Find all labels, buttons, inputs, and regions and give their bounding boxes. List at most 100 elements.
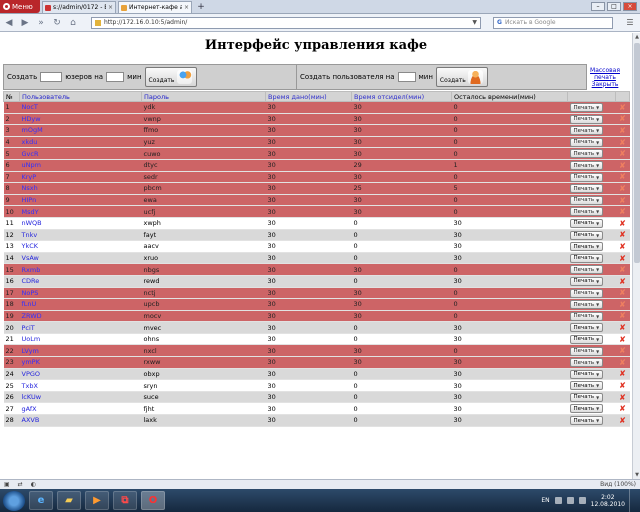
zoom-level[interactable]: Вид (100%) (600, 481, 636, 488)
delete-icon[interactable]: ✘ (615, 124, 630, 137)
user-login[interactable]: UoLm (19, 332, 142, 346)
minimize-button[interactable]: – (591, 2, 605, 11)
back-icon[interactable]: ◀ (3, 17, 15, 29)
delete-icon[interactable]: ✘ (615, 414, 630, 427)
delete-icon[interactable]: ✘ (615, 182, 630, 195)
delete-icon[interactable]: ✘ (615, 286, 630, 300)
user-login[interactable]: TxbX (19, 379, 142, 392)
delete-icon[interactable]: ✘ (615, 205, 630, 218)
print-button[interactable]: Печать ▼ (569, 161, 604, 171)
mass-link[interactable]: Массовая (590, 67, 620, 74)
delete-icon[interactable]: ✘ (615, 390, 630, 404)
print-button[interactable]: Печать ▼ (569, 230, 604, 240)
scroll-up-icon[interactable]: ▲ (633, 33, 640, 41)
print-button[interactable]: Печать ▼ (569, 172, 604, 182)
delete-icon[interactable]: ✘ (615, 379, 630, 392)
delete-icon[interactable]: ✘ (615, 101, 630, 114)
delete-icon[interactable]: ✘ (615, 274, 630, 288)
delete-icon[interactable]: ✘ (615, 135, 630, 149)
ie-icon[interactable]: e (29, 491, 53, 510)
close-tab-icon[interactable]: × (184, 4, 189, 11)
tab-blog[interactable]: s://admin/0172 - Бло.. × (42, 1, 116, 13)
user-login[interactable]: fLnU (19, 298, 142, 311)
maximize-button[interactable]: □ (607, 2, 621, 11)
home-icon[interactable]: ⌂ (67, 17, 79, 29)
delete-icon[interactable]: ✘ (615, 309, 630, 323)
user-login[interactable]: Tnkv (19, 228, 142, 242)
print-link[interactable]: печать (594, 74, 616, 81)
delete-icon[interactable]: ✘ (615, 298, 630, 311)
user-login[interactable]: mOgM (19, 124, 142, 137)
print-button[interactable]: Печать ▼ (569, 311, 604, 321)
reload-icon[interactable]: ↻ (51, 17, 63, 29)
delete-icon[interactable]: ✘ (615, 367, 630, 381)
sync-icon[interactable]: ⇄ (18, 481, 23, 488)
print-button[interactable]: Печать ▼ (569, 300, 604, 310)
user-login[interactable]: YkCK (19, 240, 142, 253)
new-tab-button[interactable]: + (195, 0, 207, 13)
create-one-button[interactable]: Создать (435, 67, 488, 87)
user-login[interactable]: nWQB (19, 216, 142, 230)
network-icon[interactable] (566, 497, 574, 504)
print-button[interactable]: Печать ▼ (569, 114, 604, 124)
print-button[interactable]: Печать ▼ (569, 369, 604, 379)
delete-icon[interactable]: ✘ (615, 402, 630, 416)
user-login[interactable]: LVym (19, 344, 142, 358)
user-login[interactable]: HIPn (19, 193, 142, 207)
vertical-scrollbar[interactable]: ▲ ▼ (632, 33, 640, 479)
folder-icon[interactable]: ▰ (57, 491, 81, 510)
user-login[interactable]: NocT (19, 101, 142, 114)
print-button[interactable]: Печать ▼ (569, 358, 604, 368)
delete-icon[interactable]: ✘ (615, 263, 630, 276)
user-login[interactable]: xkdu (19, 135, 142, 149)
print-button[interactable]: Печать ▼ (569, 253, 604, 263)
col-password-header[interactable]: Пароль (141, 91, 266, 102)
media-player-icon[interactable]: ▶ (85, 491, 109, 510)
delete-icon[interactable]: ✘ (615, 112, 630, 126)
print-button[interactable]: Печать ▼ (569, 207, 604, 217)
user-login[interactable]: GvcR (19, 147, 142, 160)
delete-icon[interactable]: ✘ (615, 332, 630, 346)
fast-forward-icon[interactable]: » (35, 17, 47, 29)
print-button[interactable]: Печать ▼ (569, 404, 604, 414)
delete-icon[interactable]: ✘ (615, 251, 630, 265)
close-window-button[interactable]: × (623, 2, 637, 11)
print-button[interactable]: Печать ▼ (569, 265, 604, 275)
print-button[interactable]: Печать ▼ (569, 288, 604, 298)
user-login[interactable]: ymPK (19, 356, 142, 369)
print-button[interactable]: Печать ▼ (569, 323, 604, 333)
print-button[interactable]: Печать ▼ (569, 218, 604, 228)
user-login[interactable]: Rxmb (19, 263, 142, 276)
col-user-header[interactable]: Пользователь (19, 91, 142, 102)
print-button[interactable]: Печать ▼ (569, 334, 604, 344)
close-tab-icon[interactable]: × (108, 4, 113, 11)
pdf-reader-icon[interactable]: ⧉ (113, 491, 137, 510)
user-login[interactable]: VsAw (19, 251, 142, 265)
create-many-button[interactable]: Создать (144, 67, 197, 87)
start-button[interactable] (3, 490, 25, 511)
print-button[interactable]: Печать ▼ (569, 392, 604, 402)
delete-icon[interactable]: ✘ (615, 147, 630, 160)
print-button[interactable]: Печать ▼ (569, 103, 604, 113)
language-indicator[interactable]: EN (541, 497, 549, 504)
scroll-down-icon[interactable]: ▼ (633, 471, 640, 479)
delete-icon[interactable]: ✘ (615, 356, 630, 369)
user-login[interactable]: HDyw (19, 112, 142, 126)
tray-clock[interactable]: 2:02 12.08.2010 (591, 494, 625, 508)
print-button[interactable]: Печать ▼ (569, 416, 604, 426)
user-login[interactable]: lcKUw (19, 390, 142, 404)
many-minutes-input[interactable] (106, 72, 125, 82)
panel-toggle-icon[interactable]: ▣ (4, 481, 10, 488)
col-given-header[interactable]: Время дано(мин) (265, 91, 352, 102)
volume-icon[interactable] (578, 497, 586, 504)
delete-icon[interactable]: ✘ (615, 193, 630, 207)
url-field[interactable]: http://172.16.0.10:5/admin/ ▼ (91, 16, 481, 29)
user-login[interactable]: uNpm (19, 158, 142, 172)
close-link[interactable]: Закрыть (592, 81, 619, 88)
user-count-input[interactable] (40, 72, 63, 82)
user-login[interactable]: AXVB (19, 414, 142, 427)
print-button[interactable]: Печать ▼ (569, 195, 604, 205)
delete-icon[interactable]: ✘ (615, 228, 630, 242)
one-minutes-input[interactable] (397, 72, 416, 82)
user-login[interactable]: Nsxh (19, 182, 142, 195)
